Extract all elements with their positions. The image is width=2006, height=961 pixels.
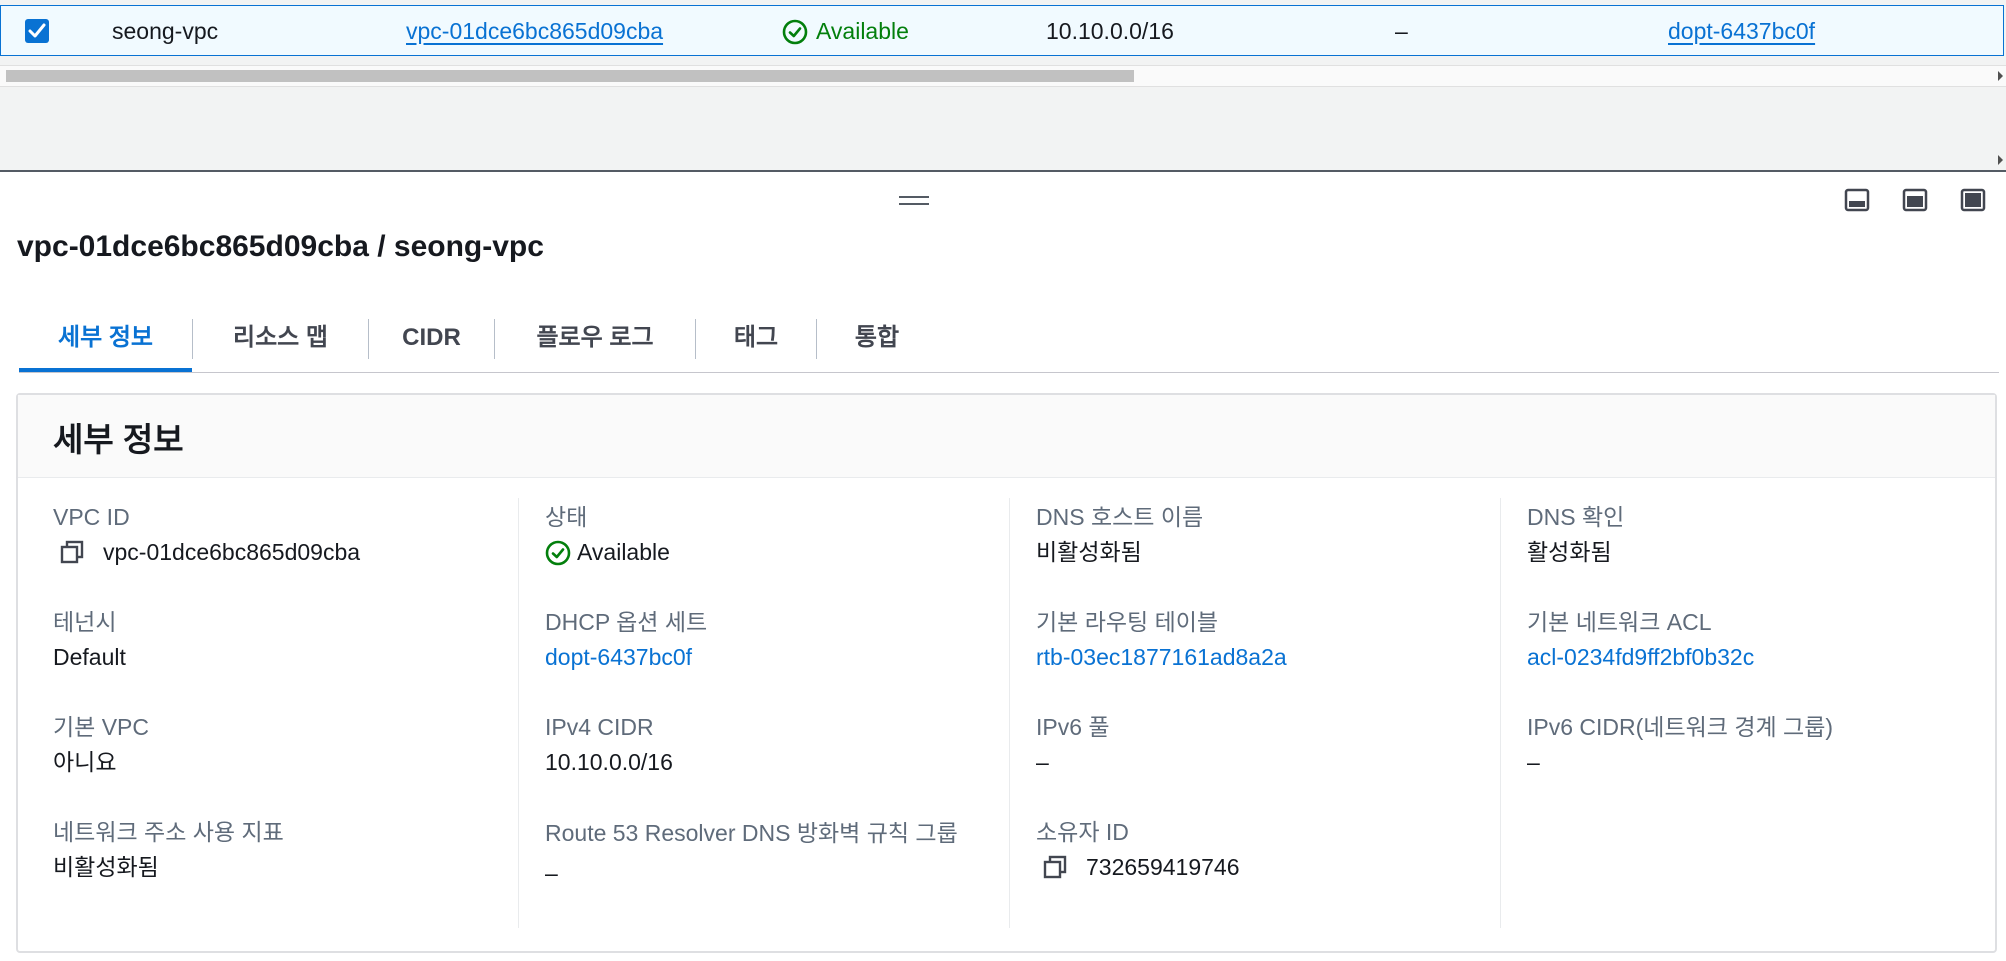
column-divider [1009, 498, 1010, 928]
kv-label: VPC ID [53, 504, 130, 530]
kv-dhcp-options: DHCP 옵션 세트 dopt-6437bc0f [545, 605, 1005, 675]
kv-main-network-acl: 기본 네트워크 ACL acl-0234fd9ff2bf0b32c [1527, 605, 1987, 675]
row-name: seong-vpc [112, 18, 219, 44]
kv-label: 네트워크 주소 사용 지표 [53, 819, 284, 845]
kv-label: IPv6 CIDR(네트워크 경계 그룹) [1527, 714, 1834, 740]
kv-label: 소유자 ID [1036, 819, 1129, 845]
copy-icon[interactable] [1042, 854, 1068, 880]
panel-side-icon[interactable] [1902, 188, 1928, 212]
kv-value: Default [53, 644, 126, 670]
kv-ipv4-cidr: IPv4 CIDR 10.10.0.0/16 [545, 710, 1005, 780]
kv-label: DNS 확인 [1527, 504, 1625, 530]
drag-handle-icon[interactable] [899, 196, 929, 206]
kv-owner-id: 소유자 ID 732659419746 [1036, 815, 1496, 885]
kv-route53-firewall: Route 53 Resolver DNS 방화벽 규칙 그룹 – [545, 815, 1005, 891]
kv-label: 상태 [545, 504, 588, 530]
scroll-right-arrow-icon[interactable] [1998, 155, 2003, 165]
kv-label: IPv4 CIDR [545, 714, 654, 740]
tab-flow-logs[interactable]: 플로우 로그 [495, 310, 695, 370]
dhcp-options-link[interactable]: dopt-6437bc0f [545, 639, 1005, 675]
row-state: Available [782, 6, 909, 57]
row-ipv4-cidr: 10.10.0.0/16 [1046, 18, 1174, 44]
checkbox-checked-icon [28, 23, 46, 38]
vpc-id-value: vpc-01dce6bc865d09cba [103, 539, 361, 565]
column-divider [518, 498, 519, 928]
kv-label: 기본 라우팅 테이블 [1036, 609, 1219, 635]
kv-value: – [545, 860, 558, 886]
row-state-text: Available [816, 18, 909, 44]
kv-value: 732659419746 [1036, 849, 1496, 885]
scroll-right-arrow-icon[interactable] [1998, 71, 2003, 81]
kv-value: 비활성화됨 [1036, 539, 1142, 565]
tab-details[interactable]: 세부 정보 [19, 310, 192, 372]
kv-value: 활성화됨 [1527, 539, 1612, 565]
kv-dns-hostnames: DNS 호스트 이름 비활성화됨 [1036, 500, 1496, 570]
tab-resource-map[interactable]: 리소스 맵 [193, 310, 368, 370]
panel-bottom-icon[interactable] [1844, 188, 1870, 212]
kv-label: 테넌시 [53, 609, 117, 635]
owner-id-value: 732659419746 [1086, 854, 1240, 880]
tab-tags[interactable]: 태그 [696, 310, 816, 370]
main-route-table-link[interactable]: rtb-03ec1877161ad8a2a [1036, 639, 1496, 675]
row-checkbox[interactable] [25, 19, 49, 43]
status-positive-icon [782, 19, 808, 45]
detail-tabs: 세부 정보 리소스 맵 CIDR 플로우 로그 태그 통합 [19, 310, 1999, 373]
state-value: Available [577, 539, 670, 565]
kv-value: 비활성화됨 [53, 854, 159, 880]
kv-value: – [1036, 749, 1049, 775]
kv-ipv6-cidr: IPv6 CIDR(네트워크 경계 그룹) – [1527, 710, 1987, 780]
kv-value: vpc-01dce6bc865d09cba [53, 534, 513, 570]
kv-label: DNS 호스트 이름 [1036, 504, 1204, 530]
details-title: 세부 정보 [53, 421, 184, 458]
column-divider [1500, 498, 1501, 928]
table-row-selected[interactable]: seong-vpc vpc-01dce6bc865d09cba Availabl… [0, 5, 2004, 56]
page-title: vpc-01dce6bc865d09cba / seong-vpc [17, 230, 544, 263]
copy-icon[interactable] [59, 539, 85, 565]
scrollbar-thumb[interactable] [6, 70, 1134, 82]
kv-value: 아니요 [53, 749, 117, 775]
row-vpc-id-link[interactable]: vpc-01dce6bc865d09cba [406, 18, 663, 44]
kv-state: 상태 Available [545, 500, 1005, 570]
details-header: 세부 정보 [18, 395, 1995, 478]
kv-default-vpc: 기본 VPC 아니요 [53, 710, 513, 780]
row-ipv6-cidr: – [1395, 18, 1408, 44]
kv-main-route-table: 기본 라우팅 테이블 rtb-03ec1877161ad8a2a [1036, 605, 1496, 675]
horizontal-scrollbar[interactable] [0, 65, 2006, 87]
row-dhcp-options-link[interactable]: dopt-6437bc0f [1668, 18, 1815, 44]
kv-value: – [1527, 749, 1540, 775]
main-network-acl-link[interactable]: acl-0234fd9ff2bf0b32c [1527, 639, 1987, 675]
kv-dns-resolution: DNS 확인 활성화됨 [1527, 500, 1987, 570]
vpc-table-area: seong-vpc vpc-01dce6bc865d09cba Availabl… [0, 0, 2006, 172]
kv-vpc-id: VPC ID vpc-01dce6bc865d09cba [53, 500, 513, 570]
status-positive-icon [545, 540, 571, 566]
kv-label: 기본 네트워크 ACL [1527, 609, 1712, 635]
tab-cidr[interactable]: CIDR [369, 310, 494, 370]
kv-label: IPv6 풀 [1036, 714, 1110, 740]
kv-value: 10.10.0.0/16 [545, 749, 673, 775]
kv-label: DHCP 옵션 세트 [545, 609, 708, 635]
kv-label: Route 53 Resolver DNS 방화벽 규칙 그룹 [545, 820, 958, 846]
tab-integrations[interactable]: 통합 [817, 310, 937, 370]
details-container: 세부 정보 VPC ID vpc-01dce6bc865d09cba 테넌시 D… [16, 393, 1997, 953]
kv-label: 기본 VPC [53, 714, 150, 740]
kv-ipv6-pool: IPv6 풀 – [1036, 710, 1496, 780]
kv-network-metrics: 네트워크 주소 사용 지표 비활성화됨 [53, 815, 513, 885]
kv-value: Available [545, 534, 1005, 570]
kv-tenancy: 테넌시 Default [53, 605, 513, 675]
panel-full-icon[interactable] [1960, 188, 1986, 212]
